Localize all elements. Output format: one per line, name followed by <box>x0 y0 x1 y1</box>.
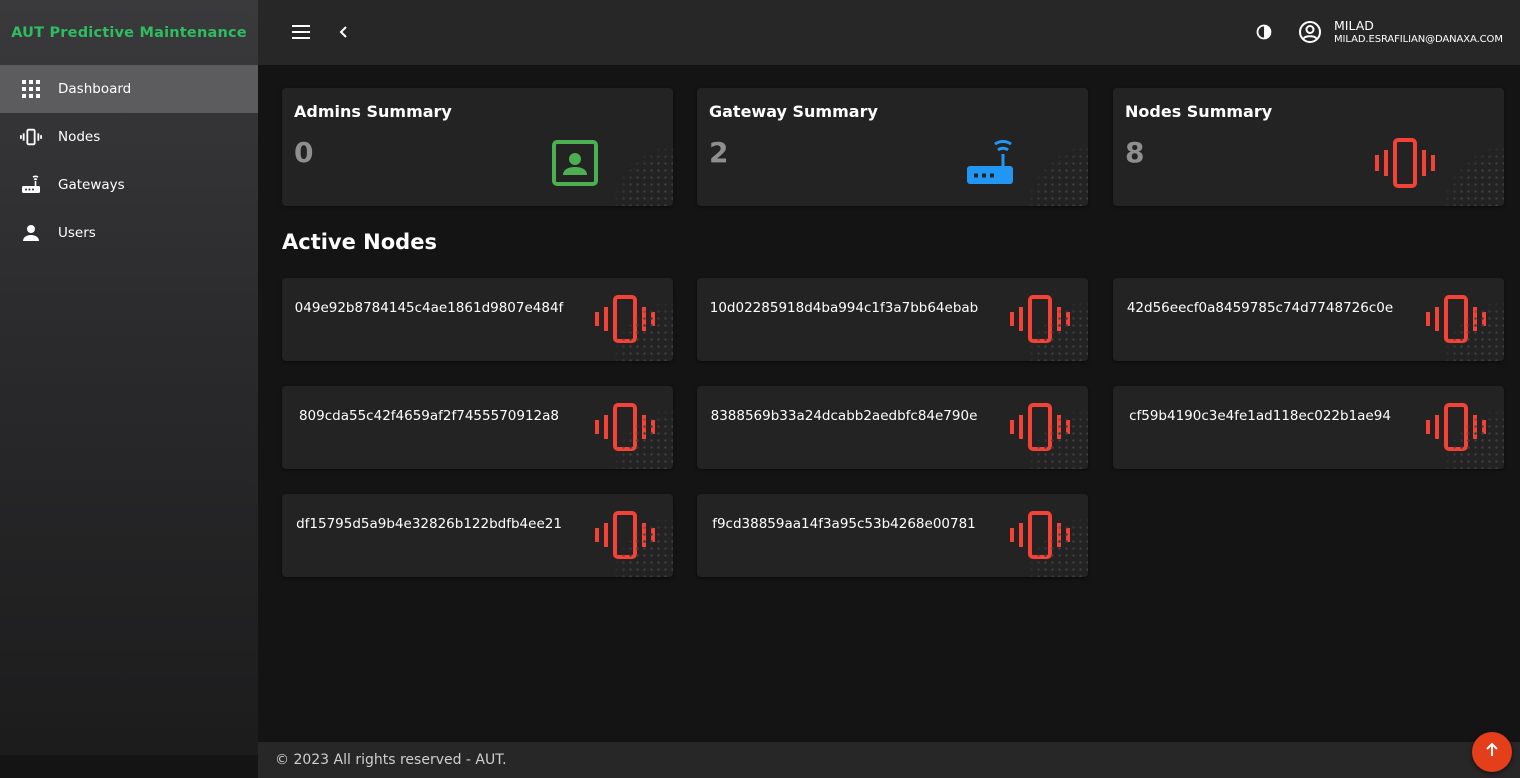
sidebar-footer-strip <box>0 755 258 778</box>
user-name: MILAD <box>1334 18 1374 33</box>
card-value: 0 <box>294 136 314 169</box>
card-title: Nodes Summary <box>1125 102 1273 121</box>
node-card[interactable]: 10d02285918d4ba994c1f3a7bb64ebab <box>697 278 1088 361</box>
sidebar-item-gateways[interactable]: Gateways <box>0 161 258 209</box>
contrast-icon[interactable] <box>1254 22 1274 42</box>
vibration-icon <box>20 126 42 148</box>
user-email: MILAD.ESRAFILIAN@DANAXA.COM <box>1334 34 1503 45</box>
person-icon <box>20 222 42 244</box>
router-icon <box>965 138 1017 190</box>
node-id: cf59b4190c3e4fe1ad118ec022b1ae94 <box>1129 408 1391 424</box>
sidebar-item-dashboard[interactable]: Dashboard <box>0 65 258 113</box>
sidebar-item-users[interactable]: Users <box>0 209 258 257</box>
node-id: 049e92b8784145c4ae1861d9807e484f <box>294 300 564 316</box>
nodes-summary-card[interactable]: Nodes Summary 8 <box>1113 88 1504 206</box>
card-value: 2 <box>709 136 729 169</box>
arrow-up-icon <box>1484 742 1500 762</box>
router-icon <box>20 174 42 196</box>
sidebar-item-label: Gateways <box>58 177 125 193</box>
scroll-to-top-button[interactable] <box>1472 732 1512 772</box>
node-card[interactable]: f9cd38859aa14f3a95c53b4268e00781 <box>697 494 1088 577</box>
node-card[interactable]: 42d56eecf0a8459785c74d7748726c0e <box>1113 278 1504 361</box>
section-title-active-nodes: Active Nodes <box>282 230 437 254</box>
top-bar: MILAD MILAD.ESRAFILIAN@DANAXA.COM <box>258 0 1520 65</box>
node-card[interactable]: 809cda55c42f4659af2f7455570912a8 <box>282 386 673 469</box>
brand-title[interactable]: AUT Predictive Maintenance <box>0 0 258 65</box>
node-card[interactable]: cf59b4190c3e4fe1ad118ec022b1ae94 <box>1113 386 1504 469</box>
dot-pattern <box>613 146 673 206</box>
dot-pattern <box>1028 146 1088 206</box>
card-title: Gateway Summary <box>709 102 878 121</box>
sidebar-item-nodes[interactable]: Nodes <box>0 113 258 161</box>
chevron-left-icon[interactable] <box>335 22 355 42</box>
main-content: Admins Summary 0 Gateway Summary 2 Nodes… <box>258 65 1520 742</box>
sidebar: AUT Predictive Maintenance Dashboard Nod… <box>0 0 258 778</box>
node-id: 809cda55c42f4659af2f7455570912a8 <box>298 408 560 424</box>
sidebar-item-label: Dashboard <box>58 81 132 97</box>
user-info[interactable]: MILAD MILAD.ESRAFILIAN@DANAXA.COM <box>1334 18 1503 46</box>
grid-icon <box>20 78 42 100</box>
node-id: 8388569b33a24dcabb2aedbfc84e790e <box>710 408 978 424</box>
account-circle-icon[interactable] <box>1298 20 1322 44</box>
card-value: 8 <box>1125 136 1145 169</box>
node-card[interactable]: 049e92b8784145c4ae1861d9807e484f <box>282 278 673 361</box>
node-id: 42d56eecf0a8459785c74d7748726c0e <box>1126 300 1394 316</box>
dot-pattern <box>1444 146 1504 206</box>
contact-card-icon <box>550 138 602 190</box>
node-id: 10d02285918d4ba994c1f3a7bb64ebab <box>709 300 979 316</box>
vibration-icon <box>1373 136 1437 188</box>
sidebar-item-label: Users <box>58 225 96 241</box>
node-id: f9cd38859aa14f3a95c53b4268e00781 <box>712 516 976 532</box>
node-id: df15795d5a9b4e32826b122bdfb4ee21 <box>296 516 562 532</box>
node-card[interactable]: 8388569b33a24dcabb2aedbfc84e790e <box>697 386 1088 469</box>
menu-icon[interactable] <box>291 22 313 42</box>
footer-text: © 2023 All rights reserved - AUT. <box>275 752 507 768</box>
gateway-summary-card[interactable]: Gateway Summary 2 <box>697 88 1088 206</box>
footer: © 2023 All rights reserved - AUT. <box>258 742 1520 778</box>
sidebar-item-label: Nodes <box>58 129 101 145</box>
node-card[interactable]: df15795d5a9b4e32826b122bdfb4ee21 <box>282 494 673 577</box>
admins-summary-card[interactable]: Admins Summary 0 <box>282 88 673 206</box>
card-title: Admins Summary <box>294 102 452 121</box>
